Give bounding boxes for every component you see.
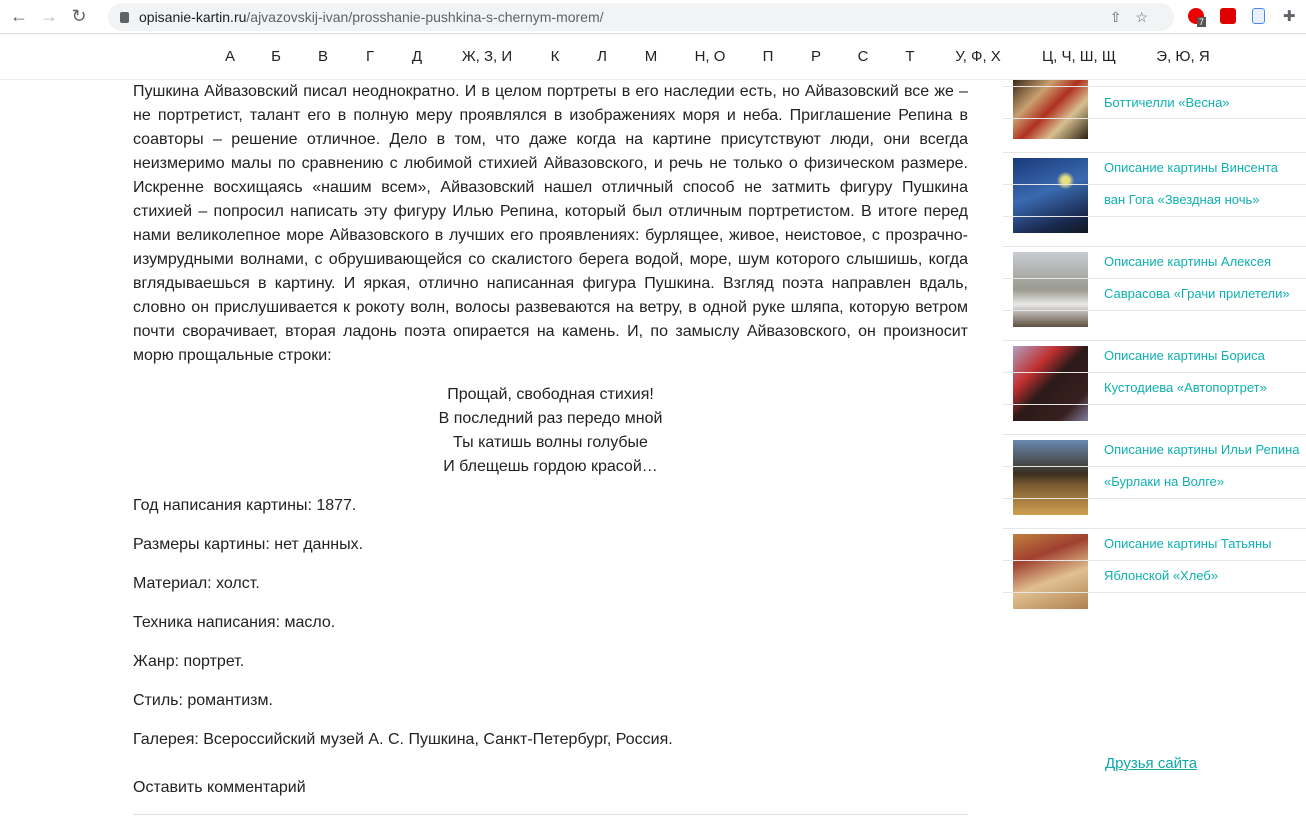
related-link[interactable]: Описание картины Татьяны <box>1104 528 1272 560</box>
divider <box>1003 404 1306 405</box>
leave-comment-link[interactable]: Оставить комментарий <box>133 776 968 815</box>
text-line: изумрудными волнами, с обрушивающейся со… <box>133 251 968 268</box>
related-item[interactable]: Описание картины Винсента ван Гога «Звезд… <box>1003 152 1306 252</box>
text-line: соавторы – решение отличное. Дело в том,… <box>133 131 968 148</box>
url-path: /ajvazovskij-ivan/prosshanie-pushkina-s-… <box>246 9 604 25</box>
related-link[interactable]: Описание картины Алексея <box>1104 246 1271 278</box>
divider <box>1003 498 1306 499</box>
related-link[interactable]: «Бурлаки на Волге» <box>1104 466 1224 498</box>
url-domain: opisanie-kartin.ru <box>139 9 247 25</box>
related-link[interactable]: Описание картины Ильи Репина <box>1104 434 1300 466</box>
text-line: морю прощальные строки: <box>133 347 332 364</box>
meta-line: Техника написания: масло. <box>133 614 336 631</box>
related-item[interactable]: Описание картины Алексея Саврасова «Грачи… <box>1003 246 1306 346</box>
text-line: нами великолепное море Айвазовского в лу… <box>133 227 968 244</box>
related-link[interactable]: Боттичелли «Весна» <box>1104 87 1230 119</box>
meta-line: Галерея: Всероссийский музей А. С. Пушки… <box>133 731 673 748</box>
alphabet-link[interactable]: Д <box>412 48 422 65</box>
poem-line: Ты катишь волны голубые <box>453 434 648 451</box>
alphabet-link[interactable]: Р <box>811 48 821 65</box>
alphabet-link[interactable]: Ж, З, И <box>462 48 512 65</box>
share-icon[interactable]: ⇧ <box>1110 9 1136 25</box>
extension-badge: 7 <box>1197 17 1207 27</box>
related-item[interactable]: Описание картины Татьяны Яблонской «Хлеб» <box>1003 528 1306 628</box>
alphabet-link[interactable]: П <box>763 48 774 65</box>
browser-toolbar: ← → ↻ opisanie-kartin.ru/ajvazovskij-iva… <box>0 0 1306 34</box>
alphabet-link[interactable]: Б <box>271 48 281 65</box>
painting-thumbnail[interactable] <box>1013 534 1088 609</box>
related-item[interactable]: Описание картины Ильи Репина «Бурлаки на … <box>1003 434 1306 534</box>
puzzle-icon[interactable]: ✚ <box>1283 7 1296 25</box>
alphabet-link[interactable]: Т <box>905 48 914 65</box>
related-link[interactable]: Описание картины Бориса <box>1104 340 1265 372</box>
alphabet-link[interactable]: У, Ф, Х <box>955 48 1001 65</box>
related-link[interactable]: Кустодиева «Автопортрет» <box>1104 372 1267 404</box>
lock-icon <box>120 11 129 23</box>
address-bar[interactable]: opisanie-kartin.ru/ajvazovskij-ivan/pros… <box>108 3 1174 31</box>
poem-line: И блещешь гордою красой… <box>443 458 658 475</box>
alphabet-link[interactable]: М <box>645 48 658 65</box>
meta-line: Размеры картины: нет данных. <box>133 536 364 553</box>
text-line: Пушкина Айвазовский писал неоднократно. … <box>133 83 968 100</box>
meta-line: Стиль: романтизм. <box>133 692 273 709</box>
painting-thumbnail[interactable] <box>1013 158 1088 233</box>
back-icon[interactable]: ← <box>8 6 30 27</box>
meta-line: Материал: холст. <box>133 575 260 592</box>
divider <box>1003 592 1306 593</box>
forward-icon[interactable]: → <box>38 6 60 27</box>
poem: Прощай, свободная стихия! В последний раз… <box>133 383 968 479</box>
poem-line: В последний раз передо мной <box>438 410 663 427</box>
text-line: почти сворачивает, вторая ладонь поэта о… <box>133 323 968 340</box>
meta-line: Год написания картины: 1877. <box>133 497 357 514</box>
alphabet-link[interactable]: Э, Ю, Я <box>1156 48 1209 65</box>
star-icon[interactable]: ☆ <box>1135 9 1162 25</box>
painting-thumbnail[interactable] <box>1013 440 1088 515</box>
related-item[interactable]: Боттичелли «Весна» <box>1003 64 1306 158</box>
text-line: вглядываешься в картину. И яркая, отличн… <box>133 275 968 292</box>
article-text: Пушкина Айвазовский писал неоднократно. … <box>133 80 968 368</box>
text-line: Искренне восхищаясь «нашим всем», Айвазо… <box>133 179 968 196</box>
alphabet-link[interactable]: С <box>858 48 869 65</box>
divider <box>1003 216 1306 217</box>
poem-line: Прощай, свободная стихия! <box>447 386 654 403</box>
meta-line: Жанр: портрет. <box>133 653 245 670</box>
alphabet-link[interactable]: В <box>318 48 328 65</box>
reload-icon[interactable]: ↻ <box>68 6 90 27</box>
related-link[interactable]: Саврасова «Грачи прилетели» <box>1104 278 1290 310</box>
alphabet-link[interactable]: Ц, Ч, Ш, Щ <box>1042 48 1116 65</box>
alphabet-link[interactable]: А <box>225 48 235 65</box>
text-line: стихией – попросил написать эту фигуру И… <box>133 203 968 220</box>
related-link[interactable]: Описание картины Винсента <box>1104 152 1278 184</box>
related-link[interactable]: ван Гога «Звездная ночь» <box>1104 184 1260 216</box>
alphabet-link[interactable]: Г <box>366 48 374 65</box>
text-line: неизмеримо малы по сравнению с любимой с… <box>133 155 968 172</box>
alphabet-link[interactable]: Л <box>597 48 607 65</box>
related-item[interactable]: Описание картины Бориса Кустодиева «Автоп… <box>1003 340 1306 440</box>
painting-meta: Год написания картины: 1877. Размеры карт… <box>133 494 968 752</box>
text-line: не портретист, талант его в полную меру … <box>133 107 968 124</box>
article: Пушкина Айвазовский писал неоднократно. … <box>133 80 968 815</box>
divider <box>1003 310 1306 311</box>
painting-thumbnail[interactable] <box>1013 346 1088 421</box>
doc-extension-icon[interactable] <box>1252 8 1265 24</box>
friends-link[interactable]: Друзья сайта <box>1105 755 1197 772</box>
alphabet-link[interactable]: К <box>551 48 560 65</box>
painting-thumbnail[interactable] <box>1013 80 1088 139</box>
extension-icon[interactable] <box>1220 8 1236 24</box>
related-link[interactable]: Яблонской «Хлеб» <box>1104 560 1218 592</box>
alphabet-link[interactable]: Н, О <box>695 48 726 65</box>
text-line: словно он прислушивается к рокоту волн, … <box>133 299 968 316</box>
painting-thumbnail[interactable] <box>1013 252 1088 327</box>
